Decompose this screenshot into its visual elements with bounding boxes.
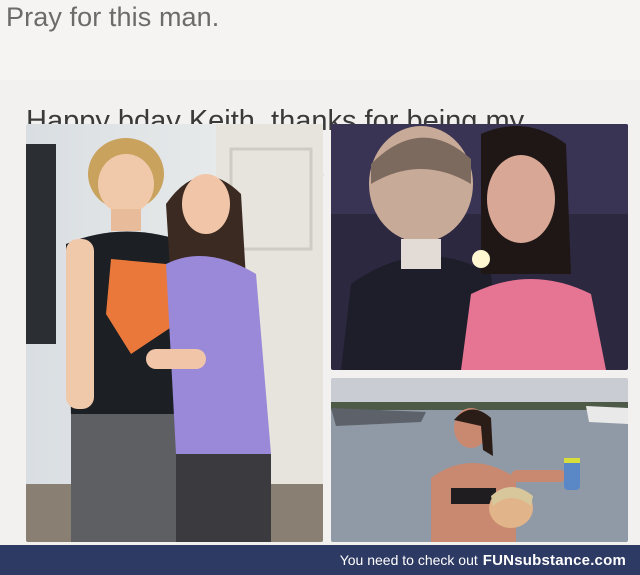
footer-brand-link[interactable]: FUNsubstance.com (483, 552, 626, 569)
birthday-photo-night (331, 124, 628, 370)
site-footer-bar: You need to check out FUNsubstance.com (0, 545, 640, 575)
footer-text: You need to check out (339, 552, 478, 568)
birthday-photo-lake (331, 378, 628, 542)
post-caption: Pray for this man. (6, 2, 220, 32)
birthday-photo-standing (26, 124, 323, 542)
